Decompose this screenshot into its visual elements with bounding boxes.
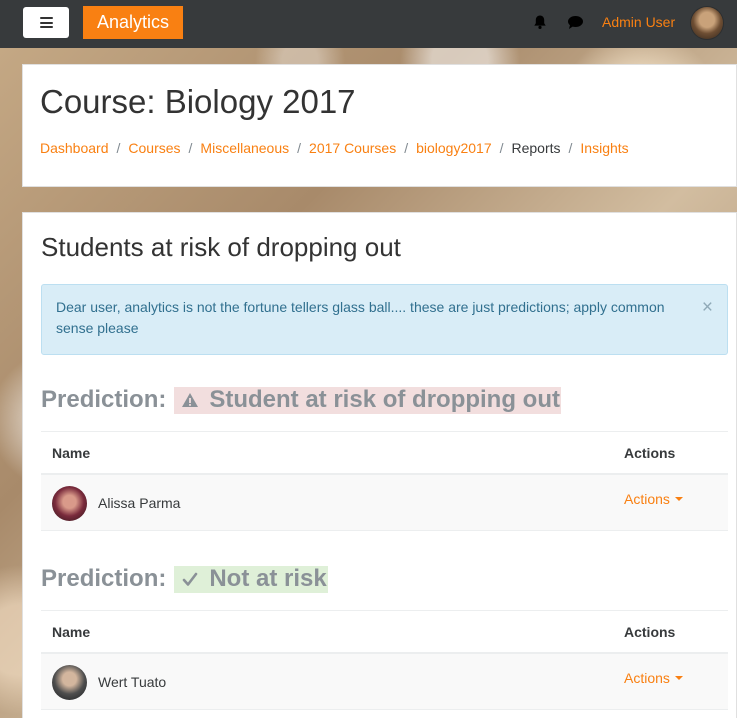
prediction-badge-risk: Student at risk of dropping out (174, 386, 561, 414)
predictions-table-risk: Name Actions Alissa Parma Actions (41, 431, 728, 531)
top-navbar: Analytics Admin User (0, 0, 737, 48)
prediction-value: Not at risk (209, 565, 327, 592)
hamburger-icon (39, 17, 53, 28)
breadcrumb-separator: / (568, 140, 573, 156)
avatar[interactable] (52, 485, 87, 521)
user-avatar[interactable] (691, 7, 723, 39)
user-menu-name[interactable]: Admin User (602, 14, 675, 30)
breadcrumb: Dashboard / Courses / Miscellaneous / 20… (40, 140, 629, 156)
breadcrumb-separator: / (116, 140, 121, 156)
table-row: Wert Tuato Actions (41, 654, 728, 710)
bell-icon[interactable] (532, 14, 548, 30)
prediction-value: Student at risk of dropping out (209, 386, 560, 413)
predictions-table-safe: Name Actions Wert Tuato Actions (41, 610, 728, 710)
breadcrumb-2017-courses[interactable]: 2017 Courses (309, 140, 396, 156)
column-header-actions: Actions (624, 444, 676, 461)
main-content: Students at risk of dropping out Dear us… (22, 212, 737, 718)
breadcrumb-separator: / (188, 140, 193, 156)
column-header-name: Name (52, 444, 91, 461)
actions-dropdown[interactable]: Actions (624, 670, 683, 686)
breadcrumb-reports: Reports (511, 140, 561, 156)
brand-logo[interactable]: Analytics (83, 6, 184, 39)
caret-down-icon (674, 497, 683, 501)
menu-toggle-button[interactable] (23, 7, 69, 38)
prediction-label: Prediction: (41, 565, 167, 592)
breadcrumb-dashboard[interactable]: Dashboard (40, 140, 109, 156)
page-header: Course: Biology 2017 Dashboard / Courses… (22, 64, 737, 187)
caret-down-icon (674, 676, 683, 680)
prediction-label: Prediction: (41, 386, 167, 413)
alert-message: Dear user, analytics is not the fortune … (56, 299, 665, 336)
actions-label: Actions (624, 670, 670, 686)
actions-label: Actions (624, 491, 670, 507)
actions-dropdown[interactable]: Actions (624, 491, 683, 507)
page-title: Course: Biology 2017 (40, 83, 356, 120)
table-header: Name Actions (41, 610, 728, 654)
prediction-heading-risk: Prediction: Student at risk of dropping … (41, 386, 561, 414)
table-header: Name Actions (41, 431, 728, 475)
close-icon[interactable]: × (702, 297, 713, 318)
breadcrumb-separator: / (404, 140, 409, 156)
student-name[interactable]: Wert Tuato (98, 674, 166, 690)
column-header-name: Name (52, 623, 91, 640)
prediction-heading-safe: Prediction: Not at risk (41, 565, 328, 593)
section-title: Students at risk of dropping out (41, 232, 401, 262)
breadcrumb-separator: / (499, 140, 504, 156)
breadcrumb-courses[interactable]: Courses (128, 140, 180, 156)
avatar[interactable] (52, 664, 87, 700)
info-alert: Dear user, analytics is not the fortune … (41, 284, 728, 355)
column-header-actions: Actions (624, 623, 676, 640)
warning-icon (182, 393, 199, 407)
breadcrumb-miscellaneous[interactable]: Miscellaneous (200, 140, 289, 156)
breadcrumb-biology2017[interactable]: biology2017 (416, 140, 492, 156)
check-icon (183, 572, 198, 586)
prediction-badge-safe: Not at risk (174, 565, 328, 593)
breadcrumb-separator: / (297, 140, 302, 156)
breadcrumb-insights[interactable]: Insights (580, 140, 628, 156)
student-name[interactable]: Alissa Parma (98, 495, 180, 511)
chat-icon[interactable] (567, 15, 584, 30)
table-row: Alissa Parma Actions (41, 475, 728, 531)
